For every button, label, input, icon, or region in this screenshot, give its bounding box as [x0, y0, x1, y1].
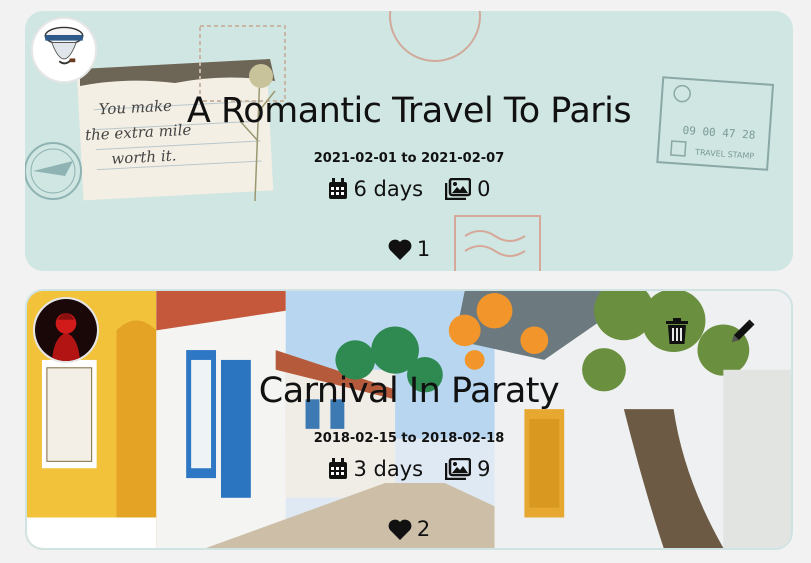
photos-icon — [445, 178, 472, 200]
trip-title[interactable]: Carnival In Paraty — [27, 371, 791, 411]
trip-likes: 1 — [25, 237, 793, 261]
heart-icon — [388, 519, 412, 540]
edit-trip-button[interactable] — [729, 317, 757, 345]
trip-likes: 2 — [27, 517, 791, 541]
sailor-avatar-icon — [33, 19, 95, 81]
trip-photos[interactable]: 0 — [445, 177, 490, 201]
trip-cover-image: You make the extra mile worth it. 09 00 … — [25, 11, 793, 271]
trip-feed: You make the extra mile worth it. 09 00 … — [0, 0, 811, 563]
trip-photo-count: 0 — [477, 177, 491, 201]
trip-duration-label: 6 days — [353, 177, 424, 201]
heart-icon — [388, 239, 412, 260]
trip-date-range: 2018-02-15 to 2018-02-18 — [27, 431, 791, 446]
trip-end-date: 2018-02-18 — [421, 431, 505, 446]
trip-photo-count: 9 — [477, 457, 491, 481]
date-separator: to — [401, 151, 417, 166]
date-separator: to — [401, 431, 417, 446]
like-count: 2 — [416, 517, 431, 541]
trip-stats: 6 days 0 — [25, 177, 793, 201]
trash-icon — [666, 318, 688, 344]
trip-duration-label: 3 days — [353, 457, 424, 481]
like-button[interactable] — [388, 519, 412, 540]
author-avatar[interactable] — [31, 17, 97, 83]
trip-date-range: 2021-02-01 to 2021-02-07 — [25, 151, 793, 166]
trip-duration: 3 days — [328, 457, 424, 481]
trip-card[interactable]: Carnival In Paraty 2018-02-15 to 2018-02… — [25, 289, 793, 550]
calendar-icon — [328, 178, 347, 199]
red-silhouette-avatar-icon — [35, 299, 97, 361]
delete-trip-button[interactable] — [663, 317, 691, 345]
calendar-icon — [328, 458, 347, 479]
pencil-icon — [732, 319, 755, 342]
like-button[interactable] — [388, 239, 412, 260]
like-count: 1 — [416, 237, 431, 261]
trip-photos[interactable]: 9 — [445, 457, 490, 481]
trip-card[interactable]: You make the extra mile worth it. 09 00 … — [25, 11, 793, 271]
photos-icon — [445, 458, 472, 480]
trip-end-date: 2021-02-07 — [421, 151, 505, 166]
trip-duration: 6 days — [328, 177, 424, 201]
trip-start-date: 2021-02-01 — [313, 151, 397, 166]
trip-stats: 3 days 9 — [27, 457, 791, 481]
author-avatar[interactable] — [33, 297, 99, 363]
trip-title[interactable]: A Romantic Travel To Paris — [25, 91, 793, 131]
trip-start-date: 2018-02-15 — [313, 431, 397, 446]
